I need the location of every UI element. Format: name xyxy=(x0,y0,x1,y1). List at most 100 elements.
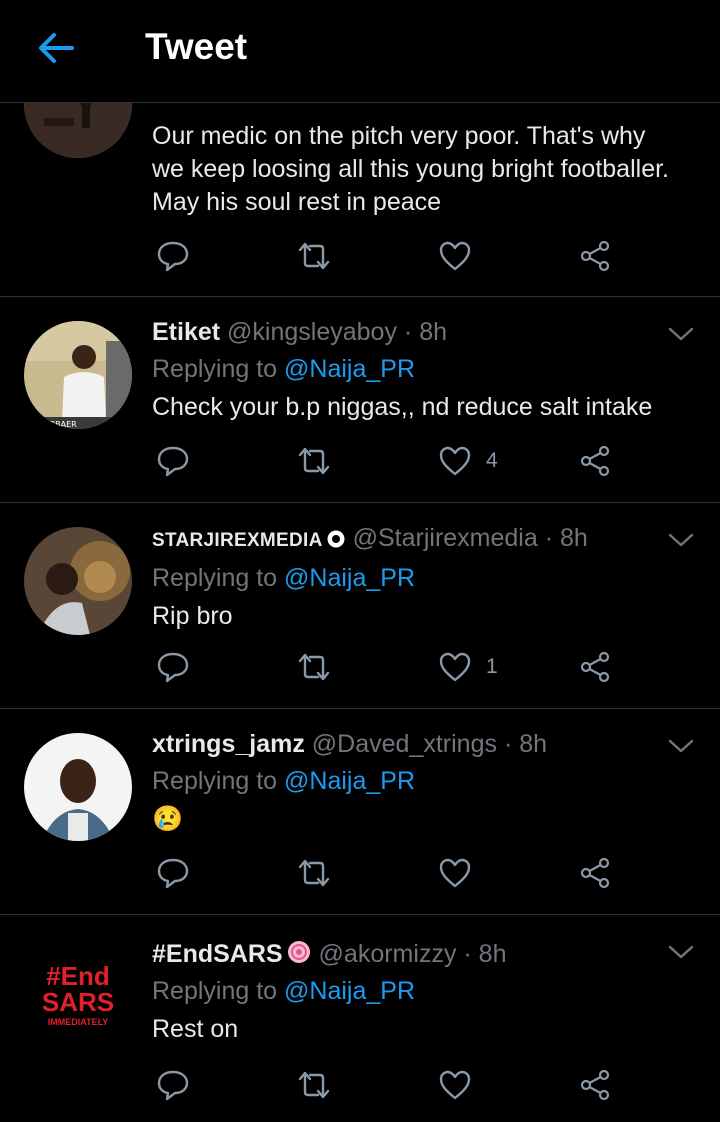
tweet-meta: #EndSARS @akormizzy · 8h xyxy=(152,939,680,969)
share-icon xyxy=(580,857,610,889)
tweet-text: Our medic on the pitch very poor. That's… xyxy=(152,122,669,216)
avatar-photo: GABBAER xyxy=(24,321,132,429)
avatar[interactable] xyxy=(24,527,132,635)
display-name[interactable]: STARJIREXMEDIA xyxy=(152,530,323,551)
chevron-down-icon xyxy=(668,327,694,341)
timestamp: · 8h xyxy=(503,730,548,758)
share-button[interactable] xyxy=(578,1065,612,1105)
avatar-photo xyxy=(24,733,132,841)
user-handle[interactable]: @Daved_xtrings xyxy=(312,730,497,758)
share-icon xyxy=(580,240,610,272)
tweet-meta: Etiket @kingsleyaboy · 8h xyxy=(152,317,680,347)
reply-icon xyxy=(157,1070,189,1101)
avatar-text-line3: IMMEDIATELY xyxy=(48,1017,109,1027)
retweet-icon xyxy=(298,653,330,681)
page-title: Tweet xyxy=(145,26,248,67)
like-button[interactable] xyxy=(438,236,486,276)
retweet-icon xyxy=(298,447,330,475)
like-button[interactable]: 4 xyxy=(438,441,498,481)
avatar[interactable]: #End SARS IMMEDIATELY xyxy=(24,939,132,1047)
replying-to: Replying to @Naija_PR xyxy=(152,767,416,795)
back-button[interactable] xyxy=(34,30,78,66)
reply-icon xyxy=(157,446,189,477)
timestamp: · 8h xyxy=(544,524,588,552)
reply-icon xyxy=(157,858,189,889)
share-button[interactable] xyxy=(578,441,612,481)
user-handle[interactable]: @kingsleyaboy xyxy=(227,318,397,346)
like-button[interactable] xyxy=(438,853,486,893)
like-icon xyxy=(439,241,471,271)
like-icon xyxy=(439,1070,471,1100)
avatar-logo: #End SARS IMMEDIATELY xyxy=(24,939,132,1047)
display-name[interactable]: Etiket xyxy=(152,318,220,346)
like-icon xyxy=(439,446,471,476)
swirl-emoji-icon xyxy=(287,941,310,963)
retweet-button[interactable] xyxy=(296,441,332,481)
retweet-icon xyxy=(298,1071,330,1099)
retweet-button[interactable] xyxy=(296,236,332,276)
tweet-reply[interactable]: STARJIREXMEDIA @Starjirexmedia · 8h Repl… xyxy=(0,503,720,709)
more-options-button[interactable] xyxy=(666,941,696,963)
display-name[interactable]: xtrings_jamz xyxy=(152,730,305,758)
timestamp: · 8h xyxy=(463,940,507,968)
tweet-text: Rest on xyxy=(152,1015,239,1043)
share-button[interactable] xyxy=(578,236,612,276)
user-handle[interactable]: @akormizzy xyxy=(319,940,457,968)
back-arrow-icon xyxy=(39,33,74,63)
more-options-button[interactable] xyxy=(666,735,696,757)
tweet-text: Check your b.p niggas,, nd reduce salt i… xyxy=(152,393,653,421)
user-handle[interactable]: @Starjirexmedia xyxy=(353,524,538,552)
share-icon xyxy=(580,1069,610,1101)
more-options-button[interactable] xyxy=(666,529,696,551)
tweet-text: 😢 xyxy=(152,805,184,833)
avatar-text-line2: SARS xyxy=(42,987,114,1017)
reply-icon xyxy=(157,652,189,683)
mention-link[interactable]: @Naija_PR xyxy=(284,977,415,1005)
avatar-photo xyxy=(24,527,132,635)
mention-link[interactable]: @Naija_PR xyxy=(284,767,415,795)
reply-button[interactable] xyxy=(156,236,190,276)
like-button[interactable]: 1 xyxy=(438,647,498,687)
reply-button[interactable] xyxy=(156,1065,190,1105)
like-count: 1 xyxy=(486,655,498,678)
verified-badge-icon xyxy=(327,530,345,548)
retweet-icon xyxy=(298,242,330,270)
chevron-down-icon xyxy=(668,945,694,959)
reply-button[interactable] xyxy=(156,441,190,481)
tweet-meta: xtrings_jamz @Daved_xtrings · 8h xyxy=(152,729,680,759)
replying-to: Replying to @Naija_PR xyxy=(152,977,416,1005)
top-app-bar: Tweet xyxy=(0,0,720,103)
replying-to: Replying to @Naija_PR xyxy=(152,355,416,383)
like-button[interactable] xyxy=(438,1065,486,1105)
display-name[interactable]: #EndSARS xyxy=(152,940,283,968)
retweet-button[interactable] xyxy=(296,853,332,893)
reply-button[interactable] xyxy=(156,853,190,893)
timestamp: · 8h xyxy=(403,318,448,346)
like-count: 4 xyxy=(486,449,498,472)
retweet-button[interactable] xyxy=(296,647,332,687)
mention-link[interactable]: @Naija_PR xyxy=(284,355,415,383)
mention-link[interactable]: @Naija_PR xyxy=(284,564,415,592)
chevron-down-icon xyxy=(668,739,694,753)
tweet-reply[interactable]: GABBAER Etiket @kingsleyaboy · 8h Replyi… xyxy=(0,297,720,503)
tweet-reply[interactable]: #End SARS IMMEDIATELY #EndSARS @akormizz… xyxy=(0,915,720,1122)
like-icon xyxy=(439,858,471,888)
retweet-icon xyxy=(298,859,330,887)
replying-to: Replying to @Naija_PR xyxy=(152,564,416,592)
avatar-caption: GABBAER xyxy=(38,420,77,429)
share-icon xyxy=(580,445,610,477)
avatar[interactable] xyxy=(24,733,132,841)
avatar[interactable]: GABBAER xyxy=(24,321,132,429)
chevron-down-icon xyxy=(668,533,694,547)
share-button[interactable] xyxy=(578,647,612,687)
share-button[interactable] xyxy=(578,853,612,893)
like-icon xyxy=(439,652,471,682)
tweet-meta: STARJIREXMEDIA @Starjirexmedia · 8h xyxy=(152,523,680,556)
share-icon xyxy=(580,651,610,683)
more-options-button[interactable] xyxy=(666,323,696,345)
tweet-reply[interactable]: xtrings_jamz @Daved_xtrings · 8h Replyin… xyxy=(0,709,720,915)
reply-icon xyxy=(157,241,189,272)
reply-button[interactable] xyxy=(156,647,190,687)
tweet-text: Rip bro xyxy=(152,602,233,630)
retweet-button[interactable] xyxy=(296,1065,332,1105)
